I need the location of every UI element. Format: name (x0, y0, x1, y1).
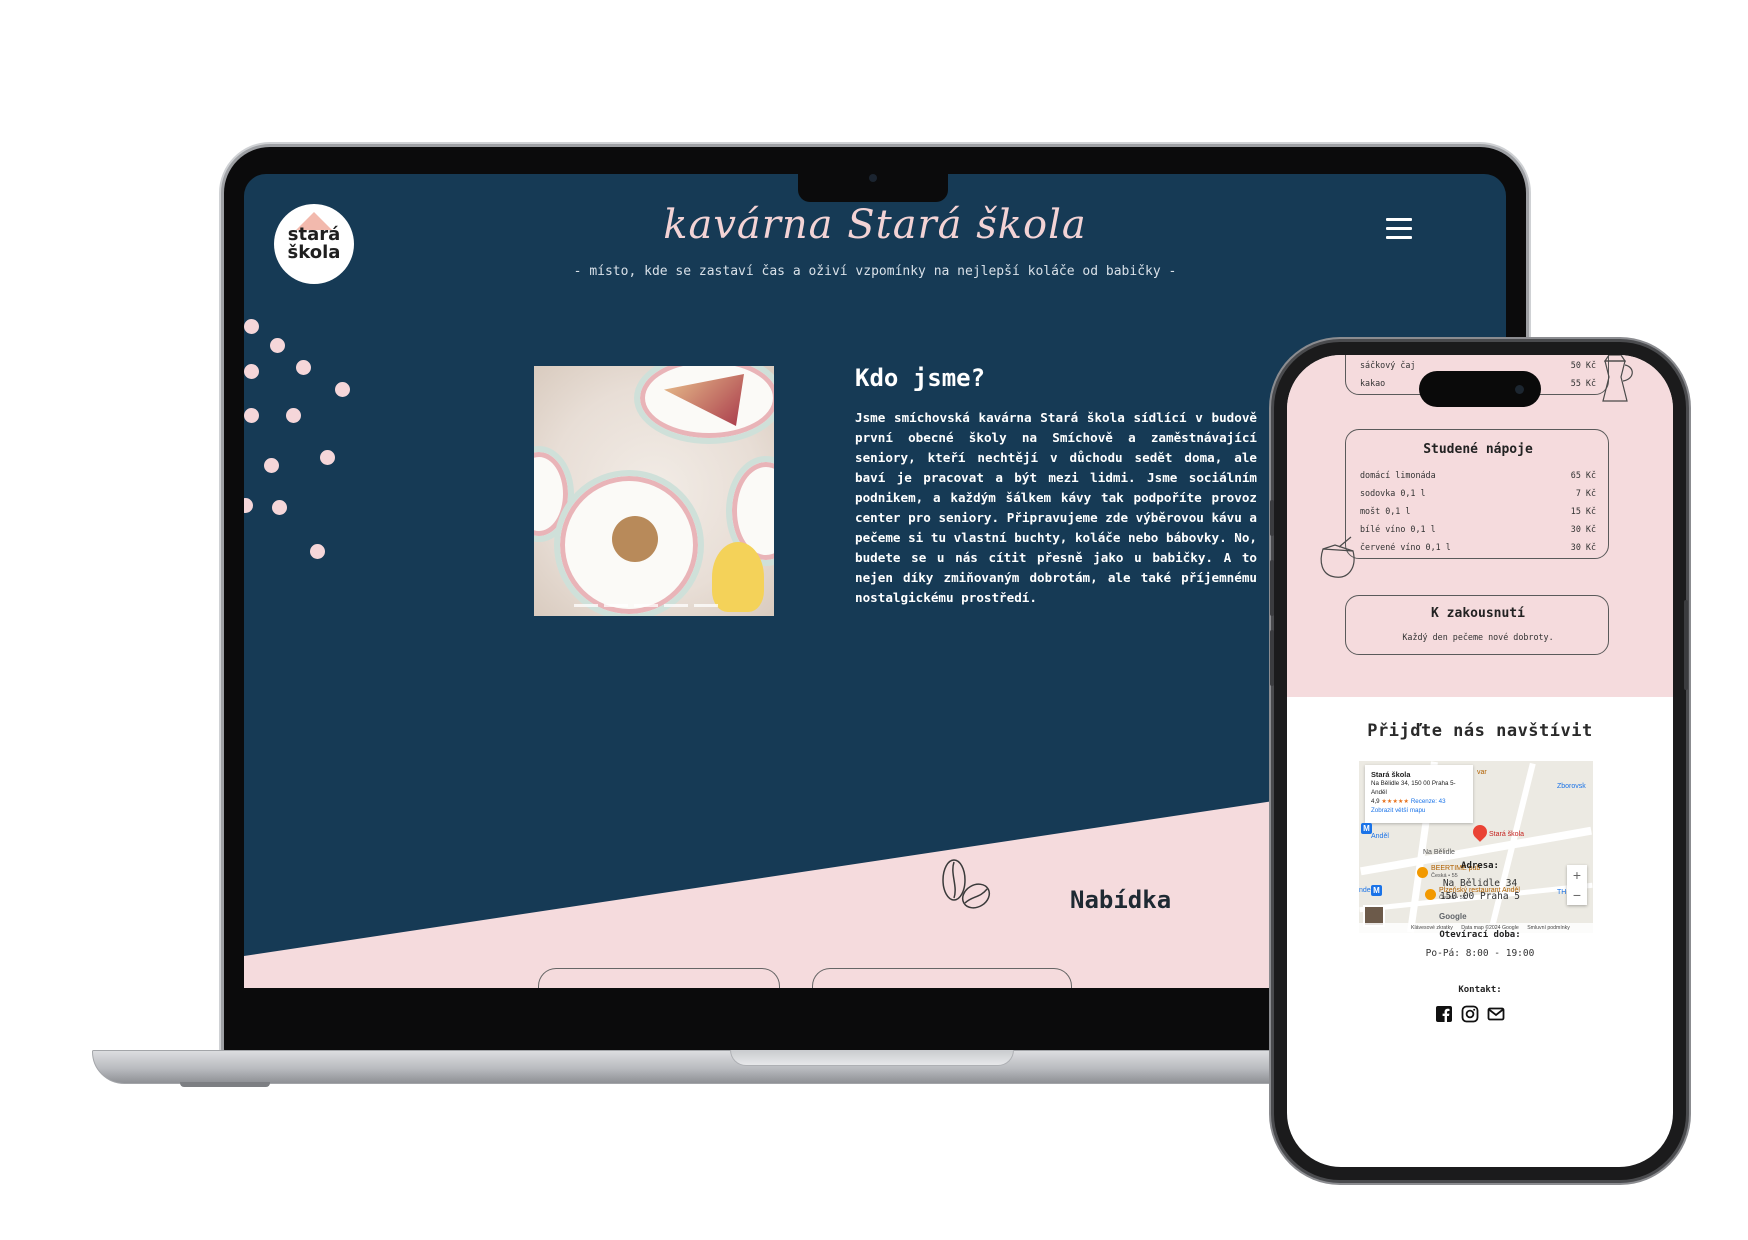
logo-line-2: škola (287, 242, 341, 263)
decor-dot (244, 319, 259, 334)
visit-heading: Přijďte nás navštívit (1367, 721, 1593, 741)
about-heading: Kdo jsme? (855, 364, 986, 392)
decor-dot (335, 382, 350, 397)
about-photo-carousel[interactable] (534, 366, 774, 616)
mail-icon[interactable] (1487, 1005, 1505, 1023)
phone-side-button (1270, 560, 1274, 616)
site-logo[interactable]: stará škola (274, 204, 354, 284)
phone-side-button (1270, 630, 1274, 686)
menu-item-price: 30 Kč (1570, 524, 1596, 534)
menu-item-name: sodovka 0,1 l (1360, 488, 1426, 498)
hours-label: Otevírací doba: (1439, 930, 1521, 940)
decor-dot (270, 338, 285, 353)
menu-box-title: K zakousnutí (1431, 606, 1525, 621)
instagram-icon[interactable] (1461, 1005, 1479, 1023)
google-logo: Google (1439, 912, 1467, 921)
facebook-icon[interactable] (1435, 1005, 1453, 1023)
map-info-card: Stará škola Na Bělidle 34, 150 00 Praha … (1365, 765, 1473, 823)
decor-dot (310, 544, 325, 559)
map-label: Zborovsk (1557, 783, 1586, 790)
menu-box-cold-drinks: Studené nápoje domácí limonáda 65 Kč sod… (1345, 429, 1609, 559)
menu-card (812, 968, 1072, 988)
coffee-bean-icon (942, 859, 991, 909)
menu-row: domácí limonáda 65 Kč (1360, 470, 1596, 480)
menu-item-name: červené víno 0,1 l (1360, 542, 1451, 552)
menu-item-name: bílé víno 0,1 l (1360, 524, 1436, 534)
star-icons: ★★★★★ (1381, 798, 1410, 805)
menu-row: sodovka 0,1 l 7 Kč (1360, 488, 1596, 498)
coffee-sack-icon (1320, 536, 1355, 578)
decor-dot (272, 500, 287, 515)
logo-text: stará škola (274, 226, 354, 262)
menu-row: bílé víno 0,1 l 30 Kč (1360, 524, 1596, 534)
contact-label: Kontakt: (1458, 985, 1502, 995)
menu-item-name: domácí limonáda (1360, 470, 1436, 480)
map-place-name: Stará škola (1371, 770, 1411, 779)
moka-pot-icon (1602, 355, 1633, 402)
menu-item-price: 65 Kč (1570, 470, 1596, 480)
laptop-base-lip (730, 1050, 1014, 1066)
map-reviews-link[interactable]: Recenze: 43 (1411, 798, 1446, 805)
decor-dot (264, 458, 279, 473)
decor-dot (244, 364, 259, 379)
decor-dot (286, 408, 301, 423)
menu-box-subtitle: Každý den pečeme nové dobroty. (1402, 632, 1554, 642)
menu-row: červené víno 0,1 l 30 Kč (1360, 542, 1596, 552)
about-text: Jsme smíchovská kavárna Stará škola sídl… (855, 410, 1257, 605)
decor-dot (320, 450, 335, 465)
menu-row: sáčkový čaj 50 Kč (1360, 360, 1596, 370)
map-label: Anděl (1371, 833, 1389, 840)
menu-item-name: sáčkový čaj (1360, 360, 1416, 370)
phone-side-button (1684, 600, 1688, 690)
laptop-foot (180, 1082, 270, 1087)
phone-side-button (1270, 500, 1274, 536)
address-label: Adresa: (1461, 861, 1499, 871)
cookie-shape (612, 516, 658, 562)
bigger-map-link[interactable]: Zobrazit větší mapu (1371, 806, 1467, 815)
decor-dot (244, 498, 253, 513)
menu-item-price: 15 Kč (1570, 506, 1596, 516)
decor-dot (244, 408, 259, 423)
address-line-2: 150 00 Praha 5 (1439, 891, 1521, 902)
phone-camera (1515, 385, 1524, 394)
map-label: Stará škola (1489, 831, 1525, 838)
map-label: Na Bělidle (1423, 849, 1455, 856)
menu-item-price: 30 Kč (1570, 542, 1596, 552)
carousel-indicators[interactable] (574, 592, 734, 607)
menu-row: mošt 0,1 l 15 Kč (1360, 506, 1596, 516)
phone-menu-section: sáčkový čaj 50 Kč kakao 55 Kč Studené ná… (1287, 355, 1673, 697)
menu-item-price: 7 Kč (1575, 488, 1596, 498)
offer-heading: Nabídka (1070, 886, 1172, 914)
hours-value: Po-Pá: 8:00 - 19:00 (1425, 948, 1535, 959)
map-label: var (1477, 769, 1487, 776)
laptop-camera (869, 174, 877, 182)
map-rating: 4,9 (1371, 798, 1380, 805)
embedded-map[interactable]: Stará škola Na Bělidle 34, 150 00 Praha … (1359, 761, 1593, 933)
menu-item-name: mošt 0,1 l (1360, 506, 1411, 516)
site-title: kavárna Stará škola (663, 202, 1087, 248)
map-place-address: Na Bělidle 34, 150 00 Praha 5-Anděl (1371, 780, 1456, 796)
phone-screen: sáčkový čaj 50 Kč kakao 55 Kč Studené ná… (1287, 355, 1673, 1167)
hamburger-icon[interactable] (1386, 218, 1412, 239)
menu-item-name: kakao (1360, 378, 1386, 388)
menu-box-snacks: K zakousnutí Každý den pečeme nové dobro… (1345, 595, 1609, 655)
menu-card (538, 968, 780, 988)
site-tagline: - místo, kde se zastaví čas a oživí vzpo… (573, 264, 1177, 279)
address-line-1: Na Bělidle 34 (1442, 878, 1518, 889)
flower-shape (712, 542, 764, 612)
decor-dot (296, 360, 311, 375)
map-pin-icon[interactable] (1470, 822, 1490, 842)
menu-box-title: Studené nápoje (1423, 442, 1533, 457)
map-rating-row: 4,9 ★★★★★ Recenze: 43 (1371, 797, 1467, 806)
